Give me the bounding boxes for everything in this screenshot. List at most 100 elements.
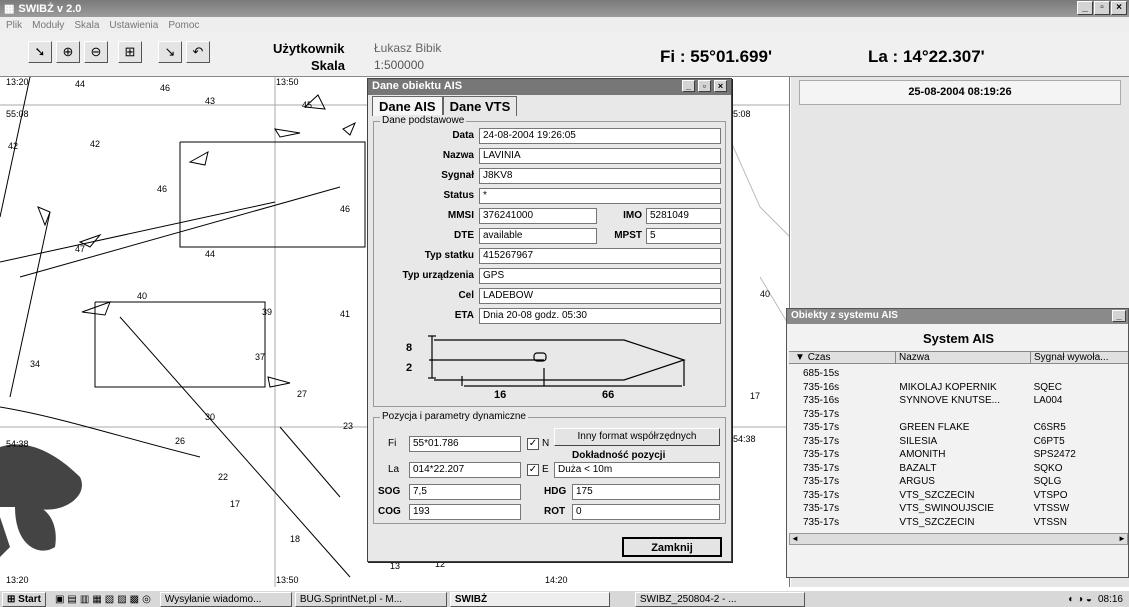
minimize-button[interactable]: _ (1077, 1, 1093, 15)
ais-table-header: ▼ Czas Nazwa Sygnał wywoła... (789, 351, 1128, 364)
close-button[interactable]: × (1111, 1, 1127, 15)
typ-statku-field[interactable]: 415267967 (479, 248, 721, 264)
undo-icon[interactable]: ↶ (186, 41, 210, 63)
cel-field[interactable]: LADEBOW (479, 288, 721, 304)
cell-sygnal: LA004 (1033, 395, 1063, 406)
sog-field[interactable]: 7,5 (409, 484, 521, 500)
cell-nazwa: ARGUS (899, 476, 935, 487)
table-row[interactable]: 735-17s SILESIA C6PT5 (789, 436, 1124, 447)
task-item[interactable]: BUG.SprintNet.pl - M... (294, 591, 447, 607)
system-tray: ◐ ◑ ◒ 08:16 (1068, 594, 1123, 605)
typ-urzadzenia-field[interactable]: GPS (479, 268, 721, 284)
map-number: 18 (290, 534, 300, 544)
scroll-left-icon[interactable]: ◄ (790, 534, 800, 544)
close-dialog-button[interactable]: Zamknij (622, 537, 722, 557)
table-row[interactable]: 735-17s BAZALT SQKO (789, 463, 1124, 474)
menu-skala[interactable]: Skala (74, 20, 99, 31)
title-bar: ▦ SWIBŻ v 2.0 _ ▫ × (0, 0, 1129, 17)
quick-launch-icons[interactable]: ▣▤▥▦▧▨▩◎ (55, 594, 154, 605)
table-row[interactable]: 735-16s MIKOLAJ KOPERNIK SQEC (789, 382, 1124, 393)
map-number: 47 (75, 244, 85, 254)
table-row[interactable]: 735-17s VTS_SZCZECIN VTSSN (789, 517, 1124, 528)
fi-value: 55°01.699' (690, 47, 772, 66)
cell-czas: 735-17s (803, 408, 840, 420)
imo-field[interactable]: 5281049 (646, 208, 721, 224)
cell-sygnal: SPS2472 (1033, 449, 1076, 460)
e-label: E (542, 464, 549, 475)
dialog-minimize-button[interactable]: _ (682, 80, 695, 92)
ais-object-dialog[interactable]: Dane obiektu AIS _ ▫ × Dane AIS Dane VTS… (367, 78, 732, 562)
map-time: 13:20 (6, 575, 29, 585)
tab-dane-vts[interactable]: Dane VTS (442, 96, 518, 116)
table-row[interactable]: 735-16s SYNNOVE KNUTSE... LA004 (789, 395, 1124, 406)
menu-pomoc[interactable]: Pomoc (168, 20, 199, 31)
nazwa-field[interactable]: LAVINIA (479, 148, 721, 164)
task-item[interactable]: SWIBZ_250804-2 - ... (634, 591, 805, 607)
accuracy-field[interactable]: Duża < 10m (554, 462, 720, 478)
sygnal-field[interactable]: J8KV8 (479, 168, 721, 184)
dialog-close-button[interactable]: × (714, 80, 727, 92)
map-number: 40 (137, 291, 147, 301)
start-button[interactable]: ⊞ Start (2, 591, 46, 607)
tab-dane-ais[interactable]: Dane AIS (372, 96, 443, 116)
mmsi-field[interactable]: 376241000 (479, 208, 597, 224)
table-row[interactable]: 735-17s VTS_SZCZECIN VTSPO (789, 490, 1124, 501)
scroll-right-icon[interactable]: ► (1117, 534, 1127, 544)
dialog-maximize-button[interactable]: ▫ (698, 80, 711, 92)
pan-icon[interactable]: ↘ (158, 41, 182, 63)
pos-fi-label: Fi (388, 438, 397, 449)
data-field[interactable]: 24-08-2004 19:26:05 (479, 128, 721, 144)
dte-field[interactable]: available (479, 228, 597, 244)
la-label: La : (868, 47, 899, 66)
menu-ustawienia[interactable]: Ustawienia (109, 20, 158, 31)
maximize-button[interactable]: ▫ (1094, 1, 1110, 15)
tray-icons[interactable]: ◐ ◑ ◒ (1068, 594, 1092, 605)
cell-sygnal: SQEC (1033, 381, 1062, 393)
table-row[interactable]: 735-17s AMONITH SPS2472 (789, 449, 1124, 460)
zoom-out-icon[interactable]: ⊖ (84, 41, 108, 63)
col-nazwa[interactable]: Nazwa (896, 352, 1031, 363)
table-row[interactable]: 735-17s ARGUS SQLG (789, 476, 1124, 487)
task-item[interactable]: Wysyłanie wiadomo... (159, 591, 292, 607)
hdg-field[interactable]: 175 (572, 484, 720, 500)
pos-la-field[interactable]: 014*22.207 (409, 462, 521, 478)
table-row[interactable]: 735-17s (789, 409, 1124, 420)
format-button[interactable]: Inny format współrzędnych (554, 428, 720, 446)
typ-statku-label: Typ statku (424, 250, 474, 261)
table-row[interactable]: 735-17s GREEN FLAKE C6SR5 (789, 422, 1124, 433)
cell-sygnal: VTSPO (1033, 489, 1068, 501)
menu-moduly[interactable]: Moduły (32, 20, 64, 31)
cog-label: COG (378, 506, 401, 517)
ais-objects-window[interactable]: Obiekty z systemu AIS _ System AIS ▼ Cza… (786, 308, 1129, 578)
mpst-field[interactable]: 5 (646, 228, 721, 244)
table-row[interactable]: 685-15s (789, 368, 1124, 379)
pointer-icon[interactable]: ➘ (28, 41, 52, 63)
table-row[interactable]: 735-17s VTS_SWINOUJSCIE VTSSW (789, 503, 1124, 514)
map-number: 46 (157, 184, 167, 194)
horizontal-scrollbar[interactable]: ◄ ► (789, 533, 1128, 545)
map-number: 42 (90, 139, 100, 149)
hdg-label: HDG (544, 486, 567, 497)
zoom-box-icon[interactable]: ⊞ (118, 41, 142, 63)
toolbar: ➘ ⊕ ⊖ ⊞ ↘ ↶ Użytkownik Łukasz Bibik Skal… (0, 33, 1129, 77)
cel-label: Cel (458, 290, 474, 301)
e-checkbox[interactable]: ✓ (527, 464, 539, 476)
map-number: 26 (175, 436, 185, 446)
cog-field[interactable]: 193 (409, 504, 521, 520)
task-item[interactable]: SWIBŻ (449, 591, 610, 607)
n-checkbox[interactable]: ✓ (527, 438, 539, 450)
rot-field[interactable]: 0 (572, 504, 720, 520)
zoom-in-icon[interactable]: ⊕ (56, 41, 80, 63)
accuracy-label: Dokładność pozycji (572, 450, 666, 461)
eta-field[interactable]: Dnia 20-08 godz. 05:30 (479, 308, 721, 324)
menu-plik[interactable]: Plik (6, 20, 22, 31)
map-time: 54:38 (6, 439, 29, 449)
pos-fi-field[interactable]: 55*01.786 (409, 436, 521, 452)
map-number: 27 (297, 389, 307, 399)
dim-d: 66 (602, 389, 614, 401)
status-field[interactable]: * (479, 188, 721, 204)
col-czas[interactable]: ▼ Czas (789, 352, 896, 363)
dialog-tabs: Dane AIS Dane VTS (372, 96, 518, 116)
col-sygnal[interactable]: Sygnał wywoła... (1031, 352, 1126, 363)
ais-minimize-button[interactable]: _ (1112, 310, 1126, 322)
